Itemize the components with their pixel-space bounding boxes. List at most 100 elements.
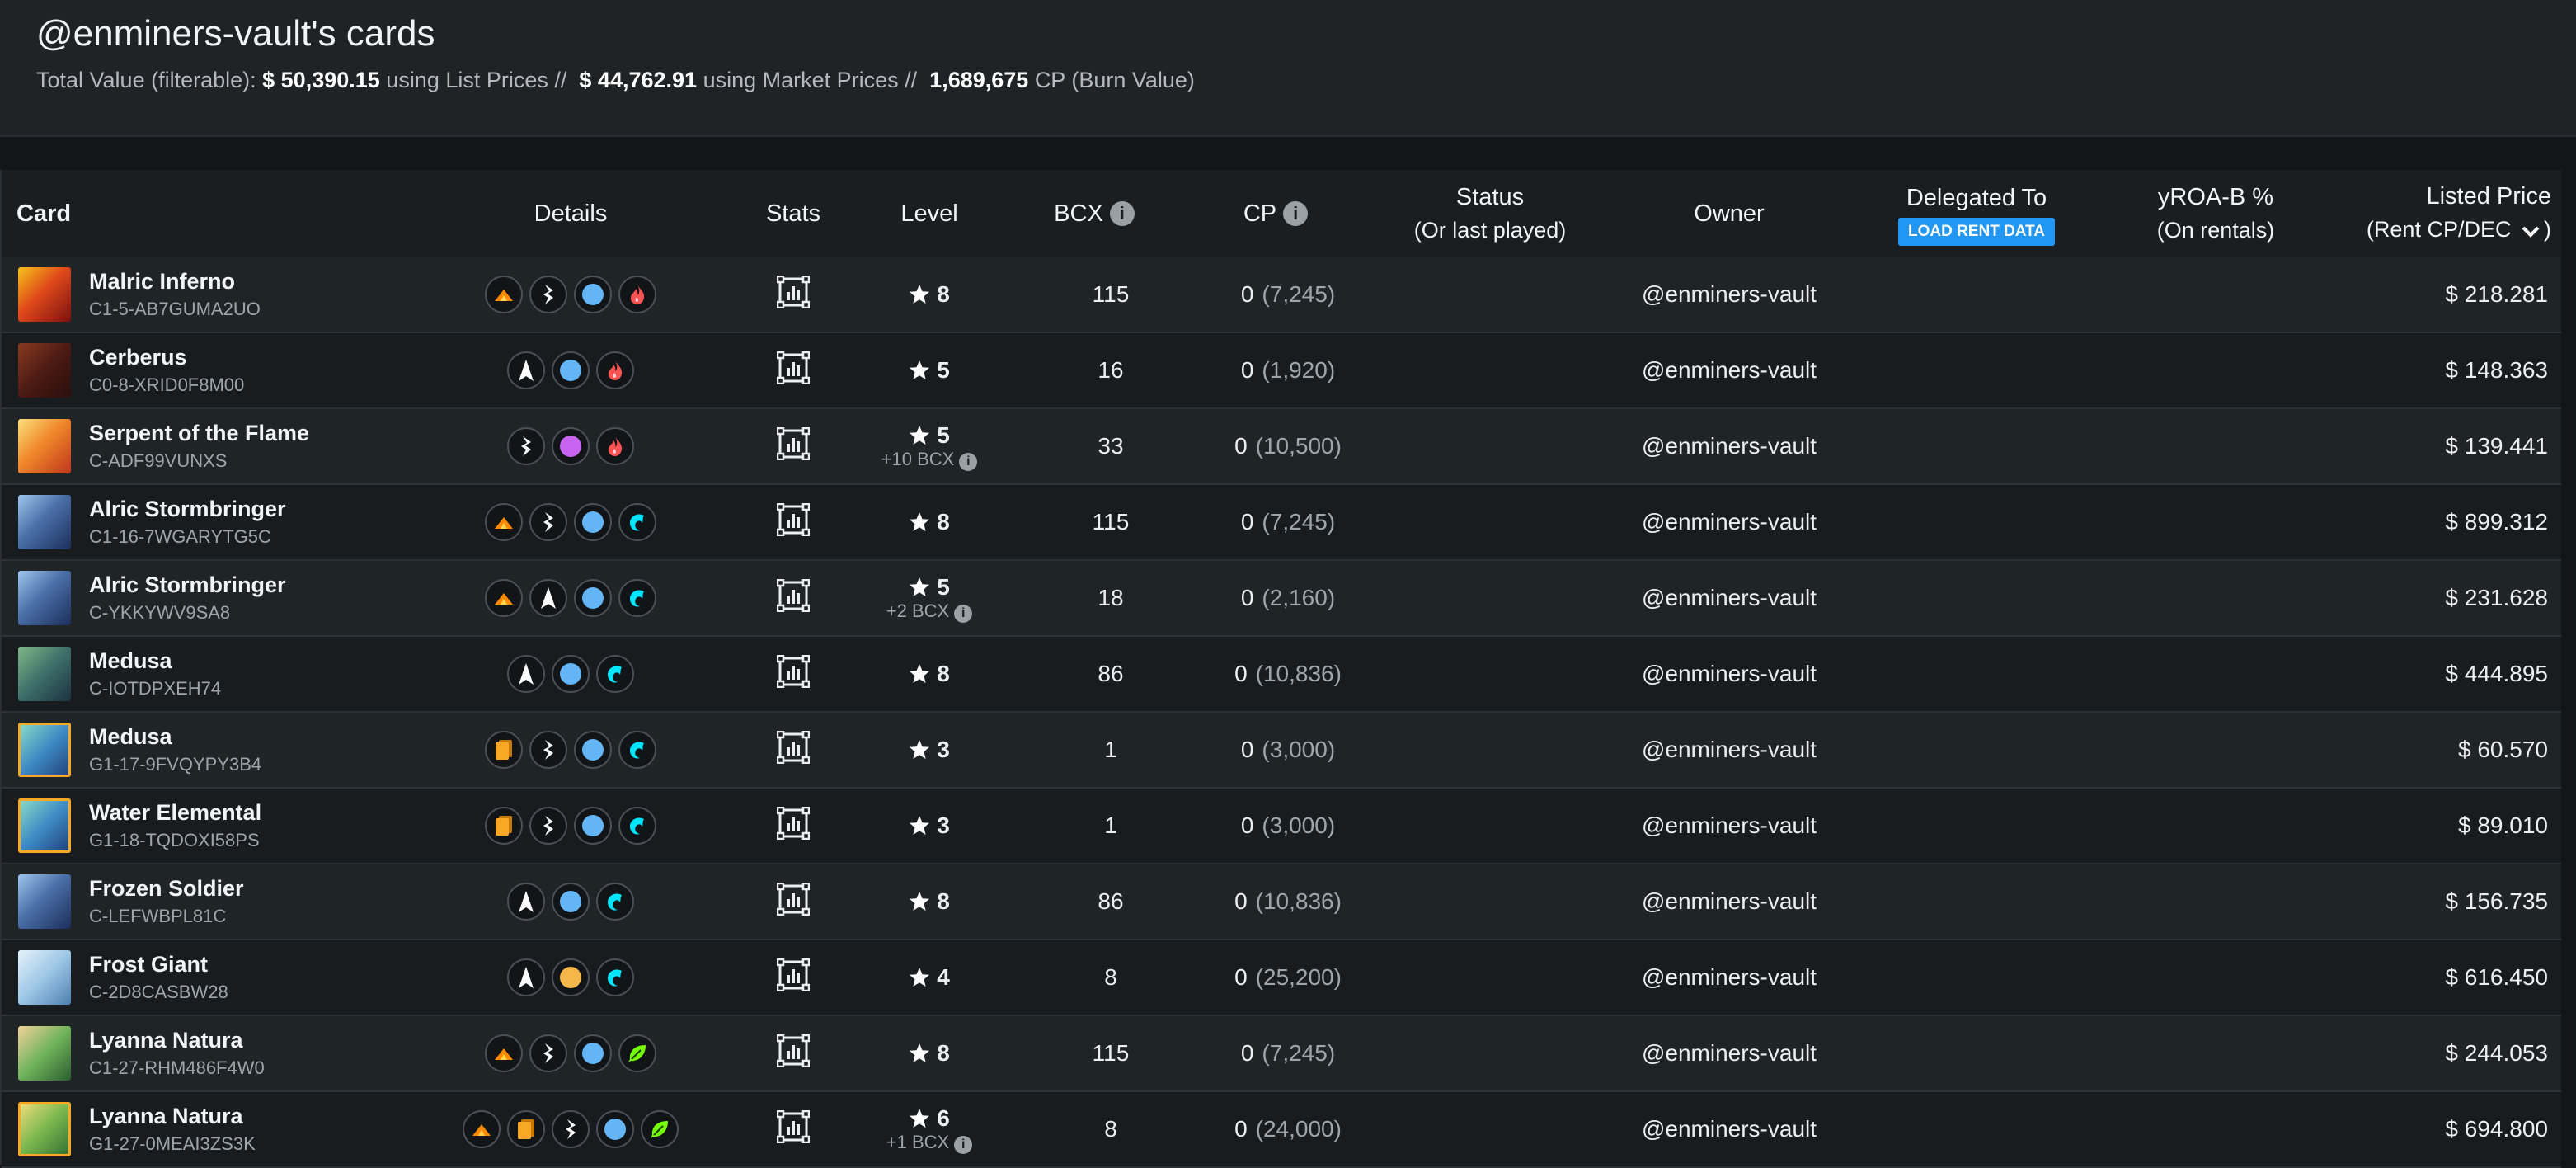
- column-header-owner[interactable]: Owner: [1643, 170, 1816, 257]
- edition-arrow-icon[interactable]: [507, 883, 545, 921]
- stats-chart-icon[interactable]: [776, 502, 811, 542]
- edition-arrow-icon[interactable]: [507, 351, 545, 389]
- stats-chart-icon[interactable]: [776, 882, 811, 921]
- edition-lightning-icon[interactable]: [552, 1110, 590, 1148]
- water-element-icon[interactable]: [618, 807, 656, 845]
- price-mode-dropdown[interactable]: [2521, 214, 2541, 247]
- stats-chart-icon[interactable]: [776, 730, 811, 770]
- owner-link[interactable]: @enminers-vault: [1618, 789, 1840, 863]
- stats-button[interactable]: [760, 333, 826, 407]
- edition-alpha-icon[interactable]: [485, 1034, 523, 1072]
- edition-alpha-icon[interactable]: [485, 276, 523, 313]
- column-header-yroa[interactable]: yROA-B % (On rentals): [2121, 170, 2310, 257]
- stats-chart-icon[interactable]: [776, 806, 811, 845]
- rarity-blue-icon[interactable]: [574, 579, 612, 617]
- earth-element-icon[interactable]: [618, 1034, 656, 1072]
- edition-lightning-icon[interactable]: [529, 807, 567, 845]
- listed-price[interactable]: $ 60.570: [2335, 713, 2548, 787]
- listed-price[interactable]: $ 148.363: [2335, 333, 2548, 407]
- table-row[interactable]: Lyanna Natura C1-27-RHM486F4W0 8 115 0 (7,245…: [2, 1016, 2561, 1092]
- card-thumbnail[interactable]: [18, 723, 71, 777]
- owner-link[interactable]: @enminers-vault: [1618, 485, 1840, 559]
- water-element-icon[interactable]: [618, 579, 656, 617]
- owner-link[interactable]: @enminers-vault: [1618, 333, 1840, 407]
- column-header-card[interactable]: Card: [16, 170, 115, 257]
- fire-element-icon[interactable]: [618, 276, 656, 313]
- stats-button[interactable]: [760, 713, 826, 787]
- card-name[interactable]: Frost Giant: [89, 952, 208, 977]
- stats-button[interactable]: [760, 637, 826, 711]
- owner-link[interactable]: @enminers-vault: [1618, 1016, 1840, 1090]
- table-row[interactable]: Medusa G1-17-9FVQYPY3B4 3 1 0 (3,000) @enminer…: [2, 713, 2561, 789]
- card-name[interactable]: Frozen Soldier: [89, 876, 244, 902]
- card-thumbnail[interactable]: [18, 950, 71, 1005]
- info-icon[interactable]: i: [1109, 201, 1135, 226]
- table-row[interactable]: Lyanna Natura G1-27-0MEAI3ZS3K 6 +1 BCX i 8 0 (…: [2, 1092, 2561, 1168]
- card-thumbnail[interactable]: [18, 419, 71, 473]
- listed-price[interactable]: $ 444.895: [2335, 637, 2548, 711]
- card-thumbnail[interactable]: [18, 495, 71, 549]
- column-header-delegated[interactable]: Delegated To LOAD RENT DATA: [1873, 170, 2080, 257]
- card-name[interactable]: Medusa: [89, 648, 172, 674]
- stats-chart-icon[interactable]: [776, 275, 811, 314]
- stats-button[interactable]: [760, 485, 826, 559]
- water-element-icon[interactable]: [618, 503, 656, 541]
- edition-alpha-icon[interactable]: [485, 579, 523, 617]
- edition-lightning-icon[interactable]: [529, 1034, 567, 1072]
- card-name[interactable]: Lyanna Natura: [89, 1104, 243, 1129]
- stats-button[interactable]: [760, 409, 826, 483]
- stats-button[interactable]: [760, 864, 826, 939]
- card-name[interactable]: Serpent of the Flame: [89, 421, 309, 446]
- stats-chart-icon[interactable]: [776, 1034, 811, 1073]
- table-row[interactable]: Water Elemental G1-18-TQDOXI58PS 3 1 0 (3,000…: [2, 789, 2561, 864]
- listed-price[interactable]: $ 139.441: [2335, 409, 2548, 483]
- card-thumbnail[interactable]: [18, 267, 71, 322]
- listed-price[interactable]: $ 899.312: [2335, 485, 2548, 559]
- edition-arrow-icon[interactable]: [529, 579, 567, 617]
- card-name[interactable]: Water Elemental: [89, 800, 261, 826]
- listed-price[interactable]: $ 694.800: [2335, 1092, 2548, 1166]
- card-thumbnail[interactable]: [18, 571, 71, 625]
- column-header-details[interactable]: Details: [463, 170, 678, 257]
- listed-price[interactable]: $ 616.450: [2335, 940, 2548, 1015]
- column-header-stats[interactable]: Stats: [736, 170, 851, 257]
- rarity-blue-icon[interactable]: [596, 1110, 634, 1148]
- listed-price[interactable]: $ 156.735: [2335, 864, 2548, 939]
- edition-lightning-icon[interactable]: [507, 427, 545, 465]
- owner-link[interactable]: @enminers-vault: [1618, 561, 1840, 635]
- edition-lightning-icon[interactable]: [529, 731, 567, 769]
- stats-button[interactable]: [760, 789, 826, 863]
- edition-arrow-icon[interactable]: [507, 655, 545, 693]
- table-row[interactable]: Frozen Soldier C-LEFWBPL81C 8 86 0 (10,836) @e…: [2, 864, 2561, 940]
- info-icon[interactable]: i: [954, 604, 973, 623]
- owner-link[interactable]: @enminers-vault: [1618, 713, 1840, 787]
- card-name[interactable]: Alric Stormbringer: [89, 497, 286, 522]
- stats-button[interactable]: [760, 257, 826, 332]
- gold-foil-icon[interactable]: [485, 731, 523, 769]
- edition-alpha-icon[interactable]: [485, 503, 523, 541]
- edition-alpha-icon[interactable]: [463, 1110, 501, 1148]
- stats-chart-icon[interactable]: [776, 426, 811, 466]
- earth-element-icon[interactable]: [641, 1110, 679, 1148]
- stats-chart-icon[interactable]: [776, 958, 811, 997]
- rarity-purple-icon[interactable]: [552, 427, 590, 465]
- card-name[interactable]: Lyanna Natura: [89, 1028, 243, 1053]
- table-row[interactable]: Cerberus C0-8-XRID0F8M00 5 16 0 (1,920) @enmin…: [2, 333, 2561, 409]
- card-name[interactable]: Malric Inferno: [89, 269, 235, 294]
- info-icon[interactable]: i: [954, 1135, 973, 1154]
- owner-link[interactable]: @enminers-vault: [1618, 257, 1840, 332]
- edition-arrow-icon[interactable]: [507, 958, 545, 996]
- edition-lightning-icon[interactable]: [529, 276, 567, 313]
- card-thumbnail[interactable]: [18, 798, 71, 853]
- table-row[interactable]: Serpent of the Flame C-ADF99VUNXS 5 +10 BCX…: [2, 409, 2561, 485]
- stats-button[interactable]: [760, 1016, 826, 1090]
- gold-foil-icon[interactable]: [507, 1110, 545, 1148]
- fire-element-icon[interactable]: [596, 351, 634, 389]
- water-element-icon[interactable]: [596, 883, 634, 921]
- rarity-blue-icon[interactable]: [552, 883, 590, 921]
- info-icon[interactable]: i: [959, 452, 978, 471]
- rarity-blue-icon[interactable]: [574, 503, 612, 541]
- water-element-icon[interactable]: [596, 958, 634, 996]
- card-thumbnail[interactable]: [18, 1102, 71, 1156]
- rarity-blue-icon[interactable]: [574, 731, 612, 769]
